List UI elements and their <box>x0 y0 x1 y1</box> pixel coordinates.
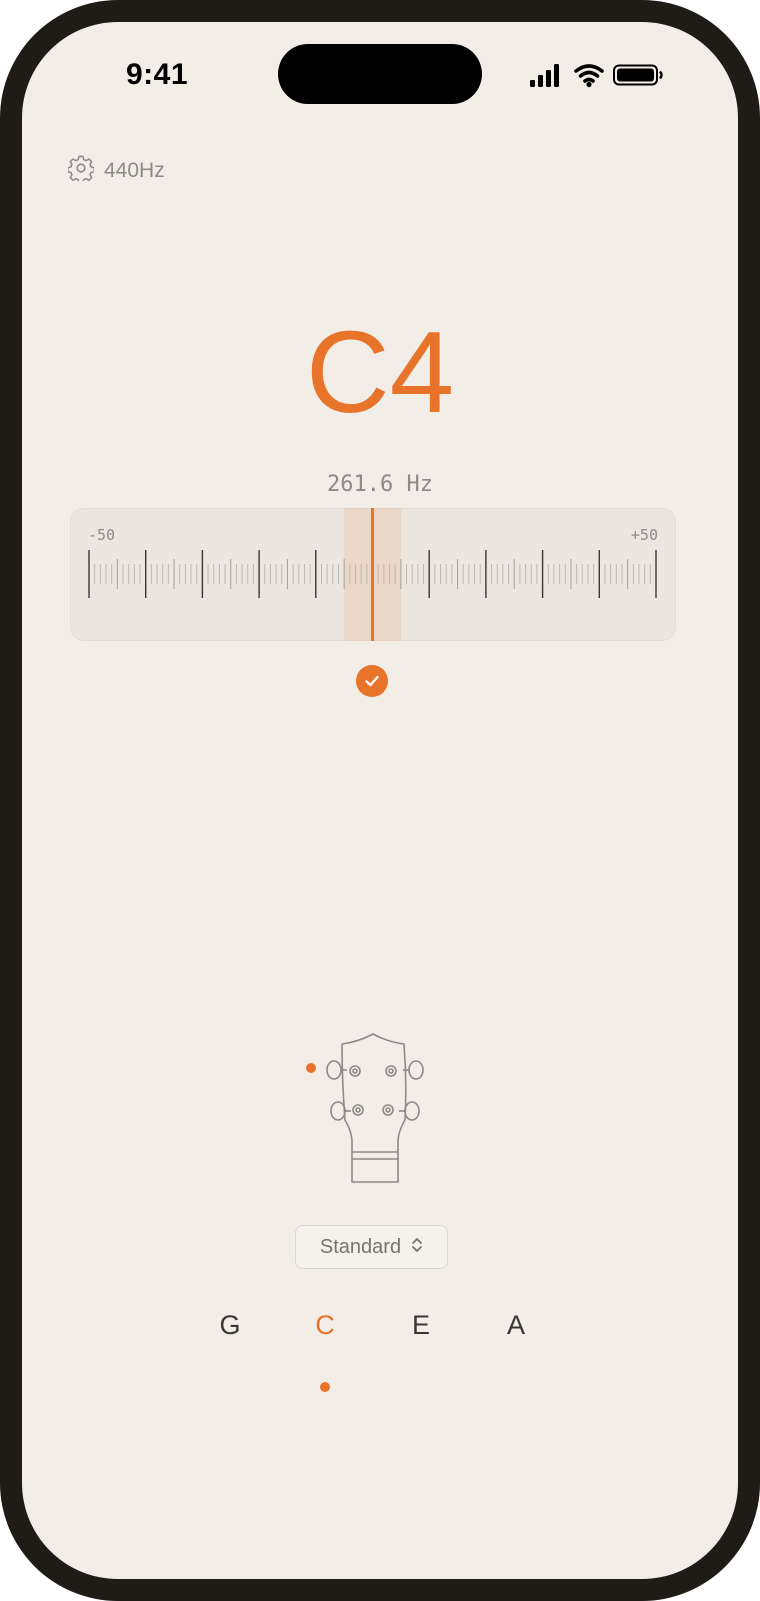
tuning-selector[interactable]: Standard <box>295 1225 448 1269</box>
meter-scale <box>88 508 657 641</box>
chevron-up-down-icon <box>411 1236 423 1259</box>
active-peg-dot <box>306 1063 316 1073</box>
detected-note: C4 <box>305 307 455 437</box>
ukulele-headstock-icon <box>306 1033 424 1183</box>
reference-pitch-button[interactable]: 440Hz <box>66 155 165 186</box>
string-g[interactable]: G <box>210 1310 250 1341</box>
status-icons <box>530 64 663 88</box>
dynamic-island <box>278 44 482 104</box>
wifi-icon <box>574 64 604 83</box>
cents-meter: -50 +50 <box>70 508 676 641</box>
detected-frequency: 261.6 Hz <box>327 472 433 497</box>
cellular-signal-icon <box>530 64 559 87</box>
active-string-indicator <box>320 1382 330 1392</box>
battery-icon <box>613 64 663 86</box>
string-a[interactable]: A <box>496 1310 536 1341</box>
reference-pitch-label: 440Hz <box>104 158 165 182</box>
string-e[interactable]: E <box>401 1310 441 1341</box>
status-time: 9:41 <box>126 58 189 91</box>
tuning-selected-label: Standard <box>319 1235 402 1258</box>
string-c[interactable]: C <box>305 1310 345 1341</box>
app-screen: 9:41 440Hz C4 261.6 Hz -50 +50 Standard … <box>22 22 738 1579</box>
gear-icon <box>66 155 95 186</box>
string-selector: G C E A <box>22 1310 738 1350</box>
in-tune-check-icon <box>356 665 388 697</box>
